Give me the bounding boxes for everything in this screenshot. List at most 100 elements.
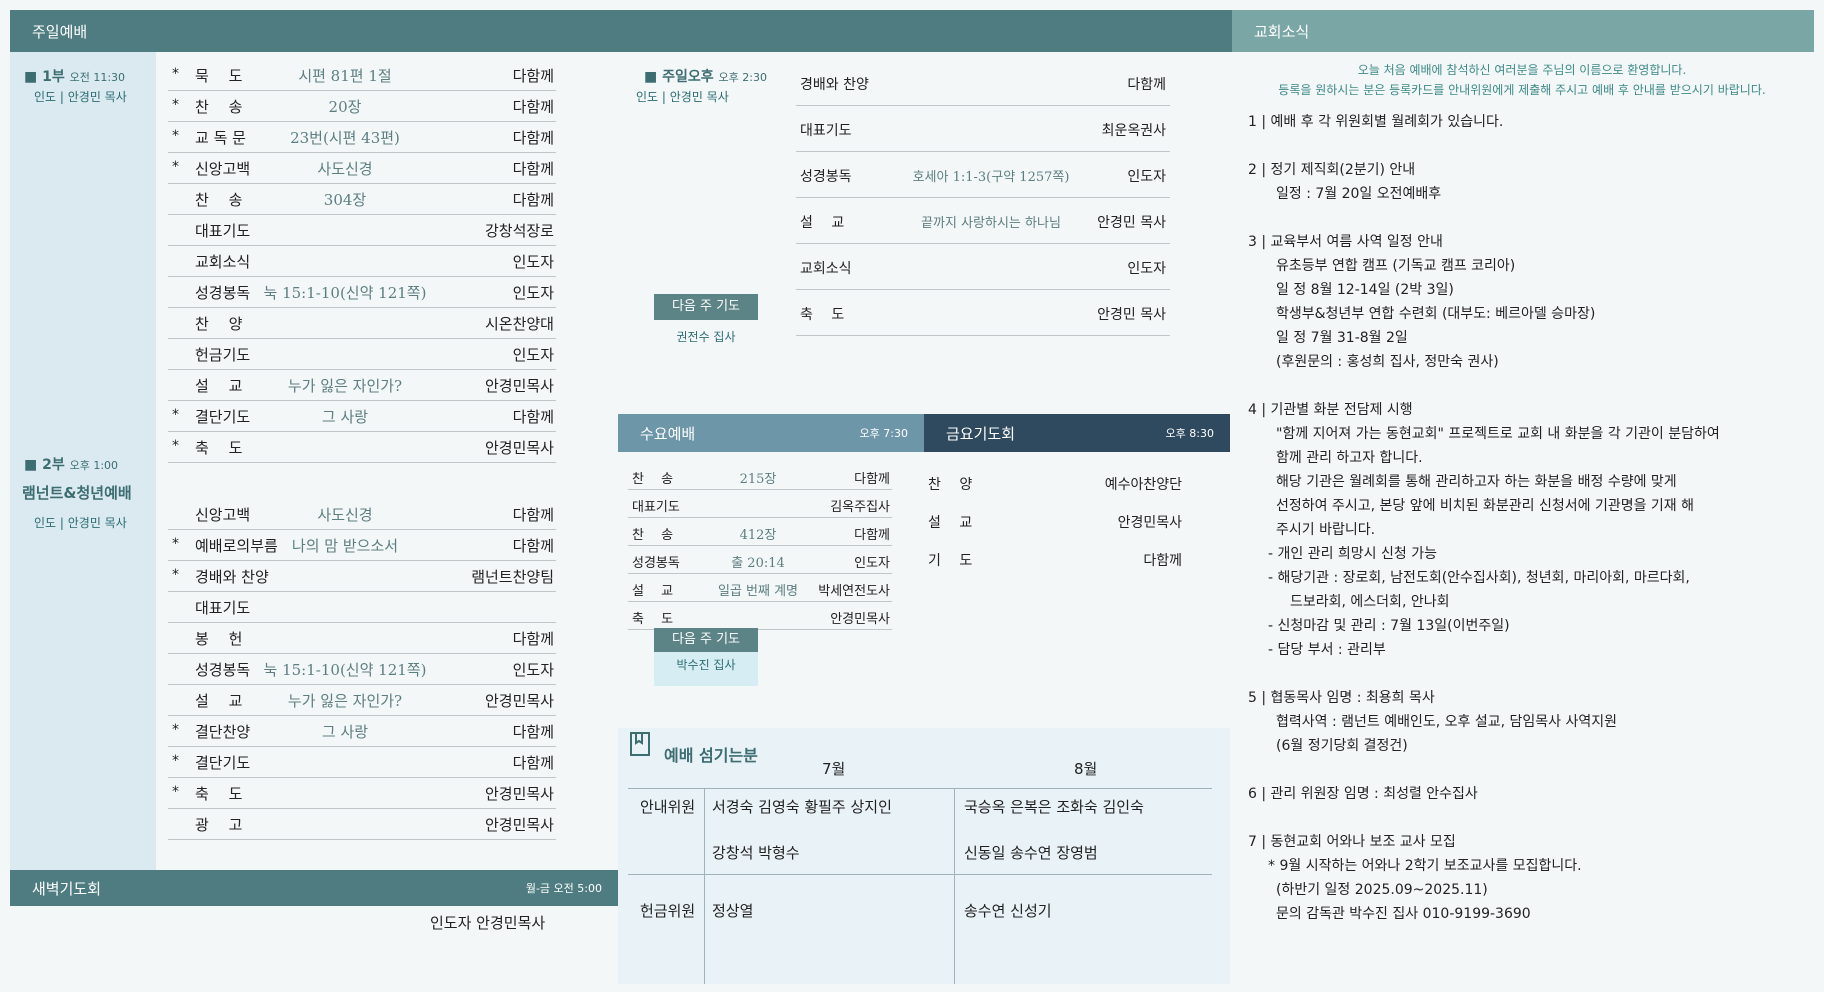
order-person: 다함께 <box>512 98 554 116</box>
news-header-title: 교회소식 <box>1254 22 1310 41</box>
order-person: 다함께 <box>854 472 890 487</box>
duty-divider-top <box>628 788 1212 789</box>
order-row: 신앙고백 사도신경 다함께 <box>168 499 556 530</box>
star-mark: * <box>172 784 179 800</box>
order-label: 찬 송 <box>632 472 674 487</box>
news-item-title: 3 | 교육부서 여름 사역 일정 안내 <box>1248 234 1443 250</box>
order-row: 찬 양 예수아찬양단 <box>924 464 1186 502</box>
order-row: 찬 송 215장 다함께 <box>628 462 892 490</box>
news-item: 6 | 관리 위원장 임명 : 최성렬 안수집사 <box>1248 782 1808 806</box>
welcome-line-1: 오늘 처음 예배에 참석하신 여러분을 주님의 이름으로 환영합니다. <box>1357 63 1687 77</box>
order-label: 교회소식 <box>800 261 852 277</box>
order-label: 찬 송 <box>632 528 674 543</box>
order-row: 설 교 누가 잃은 자인가? 안경민목사 <box>168 370 556 401</box>
friday-header-title: 금요기도회 <box>946 424 1016 443</box>
order-label: 교회소식 <box>195 253 251 271</box>
order-row: 찬 송 304장 다함께 <box>168 184 556 215</box>
welcome-message: 오늘 처음 예배에 참석하신 여러분을 주님의 이름으로 환영합니다. 등록을 … <box>1232 60 1812 100</box>
order-row: 설 교 일곱 번째 계명 박세연전도사 <box>628 574 892 602</box>
order-label: 성경봉독 <box>195 661 251 679</box>
friday-time: 오후 8:30 <box>1165 427 1214 440</box>
order-row: 교회소식 인도자 <box>796 244 1170 290</box>
news-item-line: - 담당 부서 : 관리부 <box>1268 642 1386 658</box>
news-item-line: (6월 정기당회 결정건) <box>1276 738 1408 754</box>
second-service-subtitle: 램넌트&청년예배 <box>22 484 132 502</box>
order-row: 경배와 찬양 다함께 <box>796 60 1170 106</box>
news-item-line: 일정 : 7월 20일 오전예배후 <box>1276 186 1442 202</box>
order-row: 대표기도 최운옥권사 <box>796 106 1170 152</box>
order-person: 강창석장로 <box>484 222 554 240</box>
news-item-line: 문의 감독관 박수진 집사 010-9199-3690 <box>1276 906 1531 922</box>
news-item-title: 5 | 협동목사 임명 : 최용희 목사 <box>1248 690 1435 706</box>
order-label: 경배와 찬양 <box>800 77 869 93</box>
dawn-leader: 인도자 안경민목사 <box>430 914 546 932</box>
order-label: 대표기도 <box>800 123 852 139</box>
star-mark: * <box>172 407 179 423</box>
news-item-line: - 신청마감 및 관리 : 7월 13일(이번주일) <box>1268 618 1510 634</box>
order-row: * 경배와 찬양 램넌트찬양팀 <box>168 561 556 592</box>
star-mark: * <box>172 567 179 583</box>
guide-august-2: 신동일 송수연 장영범 <box>964 844 1098 862</box>
order-content: 사도신경 <box>317 160 373 178</box>
sunday-header-title: 주일예배 <box>32 22 88 41</box>
order-label: 축 도 <box>195 785 243 803</box>
dawn-header-title: 새벽기도회 <box>32 879 102 898</box>
order-label: 성경봉독 <box>800 169 852 185</box>
duty-divider-mid <box>628 874 1212 875</box>
afternoon-title: ■ 주일오후 오후 2:30 <box>644 69 767 85</box>
order-label: 설 교 <box>800 215 845 231</box>
news-item-line: "함께 지어져 가는 동현교회" 프로젝트로 교회 내 화분을 각 기관이 분담… <box>1276 426 1720 442</box>
order-person: 박세연전도사 <box>818 584 890 599</box>
news-item-line: 학생부&청년부 연합 수련회 (대부도: 베르아델 승마장) <box>1276 306 1596 322</box>
news-item: 7 | 동현교회 어와나 보조 교사 모집 * 9월 시작하는 어와나 2학기 보… <box>1248 830 1808 926</box>
friday-header: 금요기도회 오후 8:30 <box>924 414 1230 452</box>
order-label: 축 도 <box>195 439 243 457</box>
order-row: 설 교 누가 잃은 자인가? 안경민목사 <box>168 685 556 716</box>
order-label: 대표기도 <box>195 222 251 240</box>
order-person: 다함께 <box>512 191 554 209</box>
order-content: 출 20:14 <box>731 556 785 571</box>
order-content: 304장 <box>323 191 367 209</box>
afternoon-order: 경배와 찬양 다함께 대표기도 최운옥권사 성경봉독 호세아 1:1-3(구약 1257쪽… <box>796 60 1170 336</box>
wednesday-next-prayer-name: 박수진 집사 <box>654 652 758 686</box>
order-label: 대표기도 <box>632 500 680 515</box>
order-label: 설 교 <box>195 692 243 710</box>
wednesday-header: 수요예배 오후 7:30 <box>618 414 924 452</box>
order-label: 설 교 <box>632 584 674 599</box>
first-service-leader: 인도 | 안경민 목사 <box>34 90 127 104</box>
news-item-line: - 개인 관리 희망시 신청 가능 <box>1268 546 1437 562</box>
news-header: 교회소식 <box>1232 10 1814 52</box>
order-row: * 묵 도 시편 81편 1절 다함께 <box>168 60 556 91</box>
order-person: 다함께 <box>1143 553 1182 569</box>
offering-label: 헌금위원 <box>640 902 696 920</box>
order-row: * 예배로의부름 나의 맘 받으소서 다함께 <box>168 530 556 561</box>
dawn-header: 새벽기도회 월-금 오전 5:00 <box>10 870 618 906</box>
star-mark: * <box>172 159 179 175</box>
news-item: 2 | 정기 제직회(2분기) 안내 일정 : 7월 20일 오전예배후 <box>1248 158 1808 206</box>
news-spacer <box>1248 662 1808 686</box>
offering-july: 정상열 <box>712 902 754 920</box>
order-row: 성경봉독 눅 15:1-10(신약 121쪽) 인도자 <box>168 277 556 308</box>
order-row: 축 도 안경민 목사 <box>796 290 1170 336</box>
order-row: 설 교 끝까지 사랑하시는 하나님 안경민 목사 <box>796 198 1170 244</box>
order-content: 그 사랑 <box>321 408 369 426</box>
order-person: 다함께 <box>512 129 554 147</box>
offering-august: 송수연 신성기 <box>964 902 1052 920</box>
order-person: 다함께 <box>1127 77 1166 93</box>
order-row: 기 도 다함께 <box>924 540 1186 578</box>
order-person: 안경민 목사 <box>1097 307 1166 323</box>
order-person: 인도자 <box>512 253 554 271</box>
order-row: 대표기도 <box>168 592 556 623</box>
guide-july-2: 강창석 박형수 <box>712 844 800 862</box>
order-content: 23번(시편 43편) <box>290 129 400 147</box>
news-spacer <box>1248 758 1808 782</box>
order-row: * 신앙고백 사도신경 다함께 <box>168 153 556 184</box>
order-row: 광 고 안경민목사 <box>168 809 556 840</box>
first-service-order: * 묵 도 시편 81편 1절 다함께 * 찬 송 20장 다함께 * 교 독 문 23번(시편 4… <box>168 60 556 463</box>
first-service-title: ■ 1부 오전 11:30 <box>24 69 126 85</box>
order-label: 찬 송 <box>195 98 243 116</box>
star-mark: * <box>172 753 179 769</box>
order-person: 안경민목사 <box>484 785 554 803</box>
order-row: 봉 헌 다함께 <box>168 623 556 654</box>
order-label: 묵 도 <box>195 67 243 85</box>
